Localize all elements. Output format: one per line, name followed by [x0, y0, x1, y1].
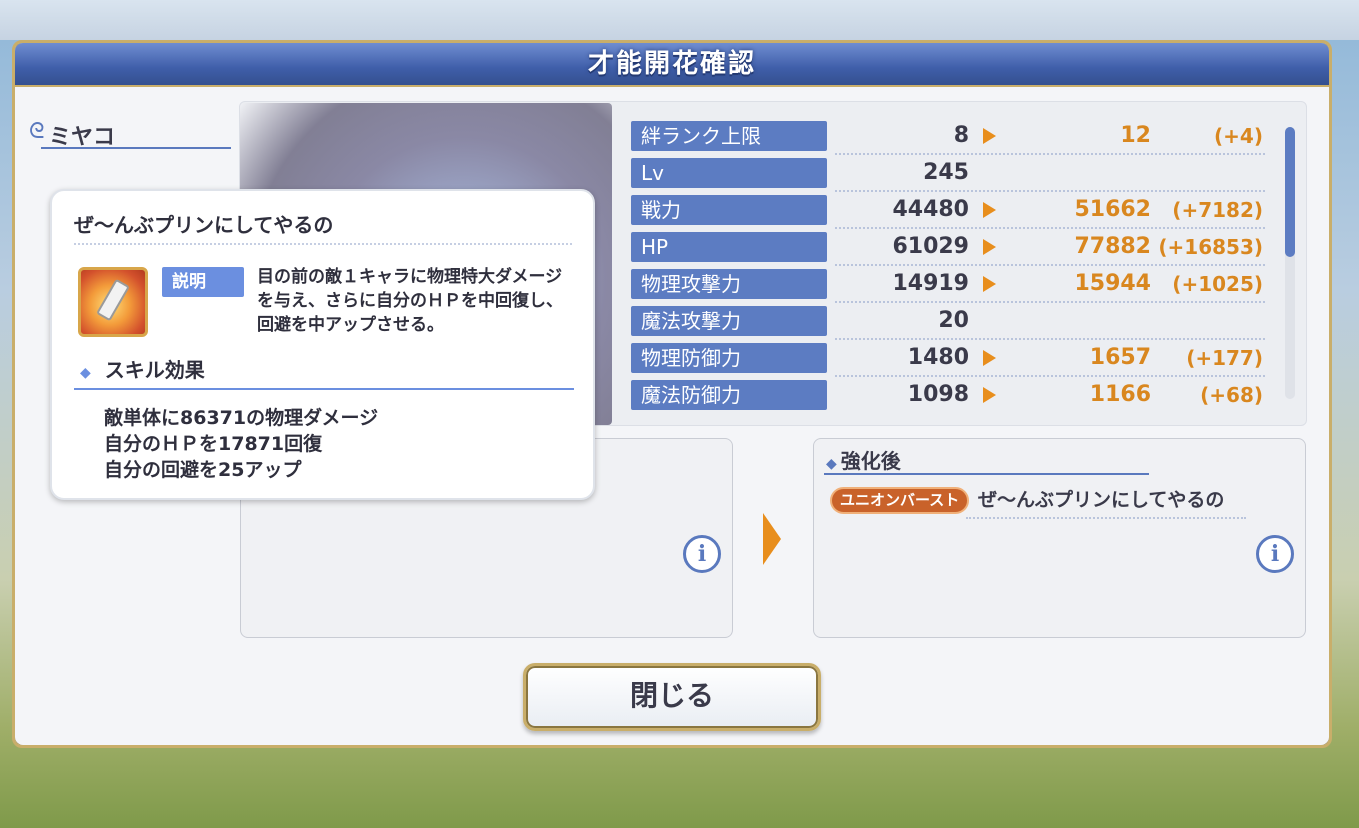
arrow-right-icon: [983, 128, 996, 144]
dotted-divider: [835, 190, 1265, 192]
effect-title-text: スキル効果: [104, 358, 205, 382]
stat-current: 8: [953, 123, 969, 148]
diamond-icon: ◆: [826, 456, 837, 472]
blade-icon: [96, 278, 130, 322]
dotted-divider: [835, 375, 1265, 377]
stat-new: 12: [1120, 123, 1151, 148]
stat-row: 魔法防御力 1098 1166 (+68): [631, 380, 1271, 410]
stat-current: 44480: [892, 197, 969, 222]
after-title-text: 強化後: [840, 449, 901, 473]
effect-underline: [74, 388, 574, 390]
stat-row: 物理防御力 1480 1657 (+177): [631, 343, 1271, 377]
stat-new: 1166: [1089, 382, 1151, 407]
effect-title: ◆ スキル効果: [80, 354, 205, 383]
background-top-bar: [0, 0, 1359, 40]
dotted-divider: [835, 338, 1265, 340]
stat-new: 15944: [1074, 271, 1151, 296]
stat-row: 魔法攻撃力 20: [631, 306, 1271, 340]
arrow-right-icon: [983, 202, 996, 218]
after-title-underline: [824, 473, 1149, 475]
stat-current: 14919: [892, 271, 969, 296]
stat-row: 絆ランク上限 8 12 (+4): [631, 121, 1271, 155]
skill-icon: [78, 267, 148, 337]
info-icon[interactable]: i: [1256, 535, 1294, 573]
effect-item: 自分のＨＰを17871回復: [104, 433, 323, 455]
stat-diff: (+4): [1214, 124, 1263, 148]
arrow-right-icon: [763, 513, 781, 565]
stat-diff: (+1025): [1172, 272, 1263, 296]
stat-label: 物理攻撃力: [631, 269, 827, 299]
dotted-divider: [835, 227, 1265, 229]
stat-diff: (+16853): [1158, 235, 1263, 259]
character-name-underline: [41, 147, 231, 149]
after-skill-box: ◆ 強化後 ユニオンバースト ぜ〜んぶプリンにしてやるの i: [813, 438, 1306, 638]
diamond-icon: ◆: [80, 365, 91, 381]
union-burst-badge: ユニオンバースト: [830, 487, 970, 514]
dotted-divider: [835, 153, 1265, 155]
stat-label: 戦力: [631, 195, 827, 225]
close-button[interactable]: 閉じる: [523, 663, 821, 731]
stat-label: 絆ランク上限: [631, 121, 827, 151]
skill-name: ぜ〜んぶプリンにしてやるの: [978, 489, 1225, 511]
stat-current: 1098: [907, 382, 969, 407]
stat-diff: (+177): [1186, 346, 1263, 370]
scrollbar-thumb[interactable]: [1285, 127, 1295, 257]
window-title: 才能開花確認: [587, 49, 756, 79]
stat-new: 77882: [1074, 234, 1151, 259]
dotted-divider: [835, 301, 1265, 303]
stat-row: HP 61029 77882 (+16853): [631, 232, 1271, 266]
description-badge: 説明: [162, 267, 244, 297]
arrow-right-icon: [983, 239, 996, 255]
dotted-divider: [966, 517, 1246, 519]
dotted-divider: [835, 264, 1265, 266]
effect-item: 敵単体に86371の物理ダメージ: [104, 407, 379, 429]
stat-current: 61029: [892, 234, 969, 259]
arrow-right-icon: [983, 276, 996, 292]
stat-diff: (+68): [1200, 383, 1263, 407]
title-bar: 才能開花確認: [15, 43, 1329, 87]
stat-new: 1657: [1089, 345, 1151, 370]
stat-label: 魔法防御力: [631, 380, 827, 410]
stat-label: HP: [631, 232, 827, 262]
tooltip-title: ぜ〜んぶプリンにしてやるの: [74, 213, 334, 237]
skill-tooltip: ぜ〜んぶプリンにしてやるの 説明 目の前の敵１キャラに物理特大ダメージを与え、さ…: [50, 189, 595, 500]
effect-list: 敵単体に86371の物理ダメージ 自分のＨＰを17871回復 自分の回避を25ア…: [104, 405, 378, 483]
swirl-icon: ᘓ: [29, 119, 45, 144]
stat-row: 物理攻撃力 14919 15944 (+1025): [631, 269, 1271, 303]
stat-diff: (+7182): [1172, 198, 1263, 222]
dotted-divider: [74, 243, 572, 245]
arrow-right-icon: [983, 350, 996, 366]
stat-row: 戦力 44480 51662 (+7182): [631, 195, 1271, 229]
stat-current: 20: [938, 308, 969, 333]
bg-tab: [20, 748, 200, 782]
info-icon[interactable]: i: [683, 535, 721, 573]
stat-scrollbar[interactable]: [1285, 127, 1295, 399]
effect-item: 自分の回避を25アップ: [104, 459, 302, 481]
stat-label: Lv: [631, 158, 827, 188]
stat-new: 51662: [1074, 197, 1151, 222]
stat-row: Lv 245: [631, 158, 1271, 192]
stat-label: 魔法攻撃力: [631, 306, 827, 336]
description-text: 目の前の敵１キャラに物理特大ダメージを与え、さらに自分のＨＰを中回復し、回避を中…: [257, 267, 563, 335]
stat-current: 245: [923, 160, 969, 185]
arrow-right-icon: [983, 387, 996, 403]
stat-label: 物理防御力: [631, 343, 827, 373]
after-title: ◆ 強化後: [826, 445, 901, 474]
stat-current: 1480: [907, 345, 969, 370]
